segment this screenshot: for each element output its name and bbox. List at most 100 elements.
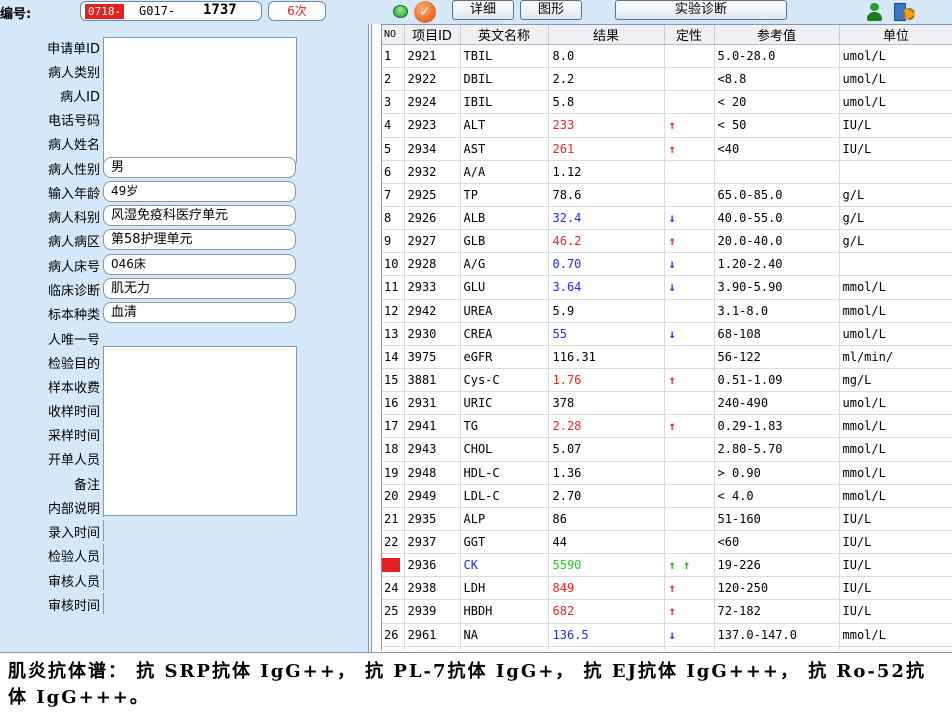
- row-number: 18: [384, 442, 399, 457]
- cell-qualitative: ↓: [664, 322, 715, 346]
- table-row[interactable]: 272962K4.04 3.50-5.30mmol/L: [382, 646, 952, 650]
- form-field[interactable]: [103, 520, 111, 541]
- table-row[interactable]: 18 2943 CHOL 5.07 2.80-5.70 mmol/L: [382, 437, 952, 462]
- cell-no: 27: [382, 646, 405, 650]
- table-row[interactable]: 9 2927 GLB 46.2 ↑ 20.0-40.0 g/L: [382, 229, 952, 254]
- cell-english-name: URIC: [460, 391, 549, 416]
- cell-qualitative: [664, 299, 715, 323]
- cell-qualitative: [664, 484, 715, 508]
- table-row[interactable]: 8 2926 ALB 32.4 ↓ 40.0-55.0 g/L: [382, 206, 952, 231]
- cell-reference: 20.0-40.0: [714, 229, 840, 254]
- column-header-english-name[interactable]: 英文名称: [460, 25, 549, 45]
- column-header-qualitative[interactable]: 定性: [664, 25, 715, 45]
- cell-qualitative: [664, 345, 715, 369]
- cell-result: 2.2: [548, 67, 665, 92]
- table-row[interactable]: 16 2931 URIC 378 240-490 umol/L: [382, 391, 952, 416]
- table-row[interactable]: 3 2924 IBIL 5.8 < 20 umol/L: [382, 90, 952, 115]
- table-row[interactable]: 17 2941 TG 2.28 ↑ 0.29-1.83 mmol/L: [382, 414, 952, 439]
- table-row[interactable]: 25 2939 HBDH 682 ↑ 72-182 IU/L: [382, 599, 952, 624]
- table-row[interactable]: 19 2948 HDL-C 1.36 > 0.90 mmol/L: [382, 461, 952, 485]
- form-row: 采样时间: [0, 423, 372, 445]
- table-row[interactable]: 6 2932 A/A 1.12: [382, 160, 952, 184]
- form-field[interactable]: [103, 593, 111, 614]
- cell-item-id: 2961: [404, 623, 461, 647]
- form-field[interactable]: 血清: [103, 302, 296, 323]
- form-label: 输入年龄: [47, 187, 100, 202]
- table-row[interactable]: 1 2921 TBIL 8.0 5.0-28.0 umol/L: [382, 44, 952, 69]
- table-row[interactable]: 24 2938 LDH 849 ↑ 120-250 IU/L: [382, 576, 952, 601]
- form-field[interactable]: 风湿免疫科医疗单元: [103, 205, 296, 226]
- table-row[interactable]: 26 2961 NA 136.5 ↓ 137.0-147.0 mmol/L: [382, 623, 952, 647]
- table-row[interactable]: 15 3881 Cys-C 1.76 ↑ 0.51-1.09 mg/L: [382, 368, 952, 393]
- form-field[interactable]: [103, 569, 111, 590]
- cell-english-name: IBIL: [460, 90, 549, 115]
- table-row[interactable]: 20 2949 LDL-C 2.70 < 4.0 mmol/L: [382, 484, 952, 508]
- form-field[interactable]: 肌无力: [103, 278, 296, 299]
- cell-no: 2: [382, 67, 405, 92]
- cell-qualitative: [664, 530, 715, 555]
- cell-result: 1.12: [548, 160, 665, 184]
- diagnosis-memo-area[interactable]: 肌炎抗体谱： 抗 SRP抗体 IgG++， 抗 PL-7抗体 IgG+， 抗 E…: [0, 652, 952, 720]
- form-row: 申请单ID: [0, 36, 372, 58]
- table-row[interactable]: 23 2936 CK 5590 ↑ ↑ 19-226 IU/L: [382, 553, 952, 578]
- form-field[interactable]: 第58护理单元: [103, 229, 296, 250]
- form-label: 病人科别: [47, 211, 100, 226]
- settings-icon[interactable]: [892, 1, 918, 23]
- form-field[interactable]: [103, 472, 111, 493]
- graph-button[interactable]: 图形: [520, 0, 582, 20]
- panel-splitter[interactable]: [368, 24, 372, 652]
- arrow-down-icon: ↓: [668, 627, 676, 642]
- cell-english-name: CK: [460, 553, 549, 578]
- row-number: 19: [384, 465, 399, 480]
- table-row[interactable]: 4 2923 ALT 233 ↑ < 50 IU/L: [382, 113, 952, 138]
- cell-unit: g/L: [839, 183, 952, 207]
- cell-english-name: HBDH: [460, 599, 549, 624]
- column-header-reference[interactable]: 参考值: [714, 25, 840, 45]
- table-row[interactable]: 22 2937 GGT 44 <60 IU/L: [382, 530, 952, 555]
- form-field[interactable]: [103, 496, 111, 517]
- cell-unit: mmol/L: [839, 414, 952, 439]
- column-header-result[interactable]: 结果: [548, 25, 665, 45]
- patient-info-panel: 申请单ID 病人类别 病人ID 电话号码 病人姓名 病人性别男输入年龄 49岁 病人科别 风湿免…: [0, 24, 372, 652]
- form-field[interactable]: 49岁: [103, 181, 296, 202]
- table-row[interactable]: 13 2930 CREA 55 ↓ 68-108 umol/L: [382, 322, 952, 346]
- form-field[interactable]: 046床: [103, 254, 296, 275]
- cell-reference: [714, 160, 840, 184]
- form-field[interactable]: 男: [103, 157, 296, 178]
- row-number: 7: [384, 187, 392, 202]
- specimen-id-field[interactable]: 0718- G017- 1737: [80, 1, 262, 21]
- table-row[interactable]: 12 2942 UREA 5.9 3.1-8.0 mmol/L: [382, 299, 952, 323]
- column-header-item-id[interactable]: 项目ID: [404, 25, 461, 45]
- check-icon[interactable]: ✓: [414, 1, 436, 23]
- form-label: 电话号码: [47, 114, 100, 129]
- specimen-id-number: 1737: [203, 2, 237, 18]
- cell-english-name: Cys-C: [460, 368, 549, 393]
- cell-result: 5.9: [548, 299, 665, 323]
- user-icon[interactable]: [866, 2, 882, 22]
- form-field[interactable]: [103, 447, 111, 468]
- cell-item-id: 2942: [404, 299, 461, 323]
- column-header-no[interactable]: NO: [382, 25, 405, 45]
- form-field[interactable]: [103, 544, 111, 565]
- row-number: 14: [384, 349, 399, 364]
- status-green-icon[interactable]: [393, 5, 408, 18]
- cell-unit: ml/min/: [839, 345, 952, 369]
- cell-item-id: 2931: [404, 391, 461, 416]
- table-row[interactable]: 11 2933 GLU 3.64 ↓ 3.90-5.90 mmol/L: [382, 275, 952, 300]
- detail-button[interactable]: 详细: [452, 0, 514, 20]
- table-row[interactable]: 5 2934 AST 261 ↑ <40 IU/L: [382, 137, 952, 161]
- test-count-field[interactable]: 6次: [268, 1, 326, 21]
- cell-reference: 51-160: [714, 507, 840, 531]
- table-row[interactable]: 7 2925 TP 78.6 65.0-85.0 g/L: [382, 183, 952, 207]
- cell-result: 5.8: [548, 90, 665, 115]
- table-row[interactable]: 10 2928 A/G 0.70 ↓ 1.20-2.40: [382, 252, 952, 277]
- cell-no: 24: [382, 576, 405, 601]
- table-row[interactable]: 21 2935 ALP 86 51-160 IU/L: [382, 507, 952, 531]
- column-header-unit[interactable]: 单位: [839, 25, 952, 45]
- cell-result: 682: [548, 599, 665, 624]
- cell-english-name: TG: [460, 414, 549, 439]
- cell-unit: mmol/L: [839, 275, 952, 300]
- lab-diagnosis-button[interactable]: 实验诊断: [615, 0, 787, 20]
- table-row[interactable]: 14 3975 eGFR 116.31 56-122 ml/min/: [382, 345, 952, 369]
- table-row[interactable]: 2 2922 DBIL 2.2 <8.8 umol/L: [382, 67, 952, 92]
